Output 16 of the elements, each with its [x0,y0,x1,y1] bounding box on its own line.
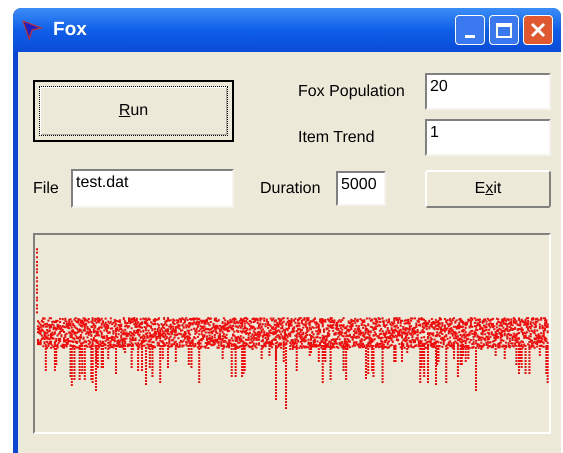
duration-label: Duration [260,178,322,198]
file-field[interactable]: test.dat [71,169,234,208]
text-field[interactable]: 20 [425,73,551,110]
close-button[interactable] [523,15,553,45]
file-label: File [33,178,60,198]
window-title: Fox [53,18,87,42]
text-field[interactable]: 1 [425,119,551,156]
run-button[interactable]: Run [33,80,234,142]
exit-button[interactable]: Exit [425,170,551,208]
field-label: Item Trend [298,128,376,148]
field-label: Fox Population [298,82,406,102]
close-icon [529,21,547,39]
arrow-cursor-icon [21,19,43,41]
maximize-button[interactable] [489,15,519,45]
duration-field[interactable]: 5000 [336,171,386,206]
minimize-button[interactable] [455,15,485,45]
